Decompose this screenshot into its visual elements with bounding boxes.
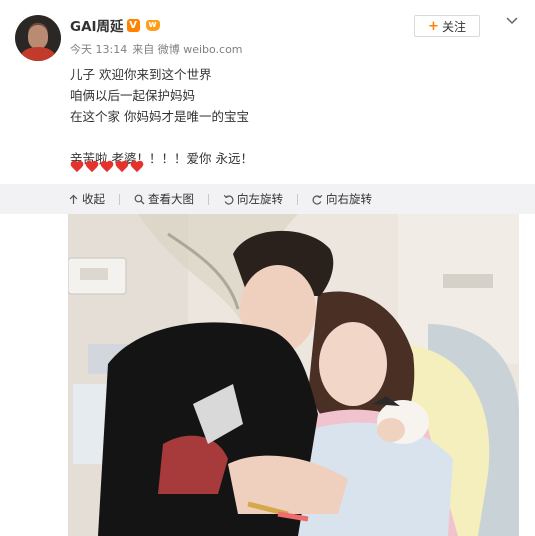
avatar-face (28, 25, 48, 49)
arrow-up-icon (69, 194, 78, 204)
family-photo-illustration (68, 214, 519, 536)
post-line-blank (70, 127, 253, 148)
toolbar-divider (119, 193, 120, 205)
post-line-2: 咱俩以后一起保护妈妈 (70, 88, 196, 103)
post-photo[interactable] (68, 214, 519, 536)
collapse-button[interactable]: 收起 (68, 191, 105, 207)
search-icon (134, 194, 145, 204)
heart-icon (100, 161, 114, 174)
post-meta: 今天 13:14 来自 微博 weibo.com (70, 41, 243, 57)
image-toolbar: 收起 查看大图 向左旋转 向右旋转 (0, 184, 535, 214)
view-large-button[interactable]: 查看大图 (134, 191, 194, 207)
post-time[interactable]: 今天 13:14 (70, 41, 127, 57)
avatar-body (21, 47, 55, 61)
rotate-left-icon (223, 194, 234, 205)
rotate-right-icon (312, 194, 323, 205)
rotate-right-button[interactable]: 向右旋转 (312, 191, 372, 207)
weibo-post-card: GAI周延 V w 今天 13:14 来自 微博 weibo.com + 关注 … (0, 0, 535, 536)
hearts-emoji-row (70, 161, 144, 174)
heart-icon (70, 161, 84, 174)
plus-icon: + (428, 18, 439, 34)
heart-icon (130, 161, 144, 174)
user-name[interactable]: GAI周延 (70, 15, 124, 35)
post-text: 儿子 欢迎你来到这个世界 咱俩以后一起保护妈妈 在这个家 你妈妈才是唯一的宝宝 … (70, 64, 253, 169)
rotate-right-label: 向右旋转 (326, 192, 372, 206)
heart-icon (115, 161, 129, 174)
toolbar-divider (208, 193, 209, 205)
vip-label: w (145, 20, 160, 31)
follow-button[interactable]: + 关注 (414, 15, 480, 37)
heart-icon (85, 161, 99, 174)
name-row: GAI周延 V w (70, 15, 161, 35)
post-source[interactable]: 来自 微博 weibo.com (132, 41, 242, 57)
post-line-3: 在这个家 你妈妈才是唯一的宝宝 (70, 109, 249, 124)
post-line-1: 儿子 欢迎你来到这个世界 (70, 67, 212, 82)
avatar[interactable] (15, 15, 61, 61)
rotate-left-label: 向左旋转 (237, 192, 283, 206)
chevron-down-icon[interactable] (505, 16, 519, 26)
verified-icon: V (126, 18, 140, 32)
toolbar-divider (297, 193, 298, 205)
vip-crown-icon: w (145, 18, 161, 32)
follow-label: 关注 (441, 19, 466, 34)
view-large-label: 查看大图 (148, 192, 194, 206)
rotate-left-button[interactable]: 向左旋转 (223, 191, 283, 207)
collapse-label: 收起 (82, 192, 105, 206)
